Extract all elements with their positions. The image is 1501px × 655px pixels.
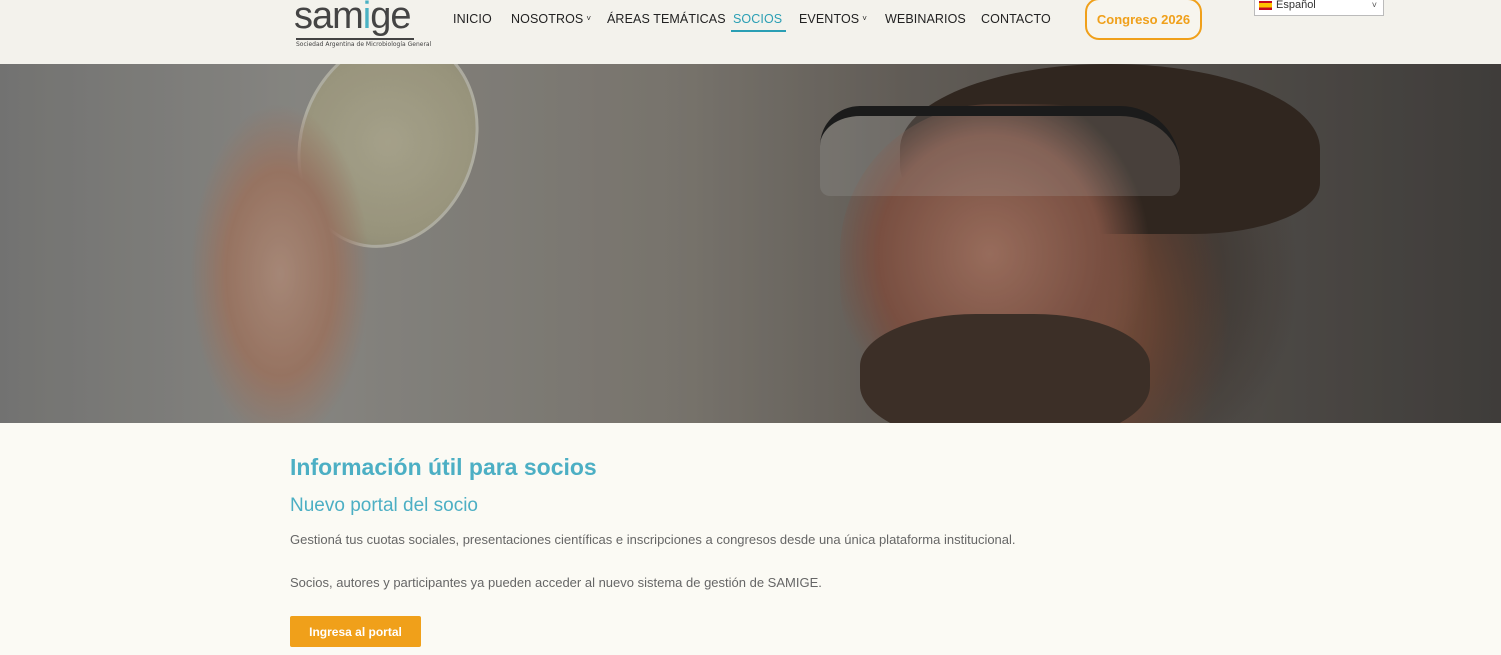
site-header: samige Sociedad Argentina de Microbiolog…: [0, 0, 1501, 64]
logo-tagline: Sociedad Argentina de Microbiología Gene…: [296, 41, 432, 48]
spain-flag-icon: [1259, 0, 1272, 10]
language-selected-label: Español: [1276, 0, 1316, 11]
language-select[interactable]: Español ˅: [1254, 0, 1384, 16]
nav-item-contacto[interactable]: CONTACTO: [981, 12, 1051, 26]
nav-item-inicio[interactable]: INICIO: [453, 12, 492, 26]
logo-wordmark: samige: [294, 0, 412, 37]
access-paragraph: Socios, autores y participantes ya puede…: [290, 575, 822, 590]
nav-item-eventos[interactable]: EVENTOS ˅: [799, 12, 867, 26]
section-subtitle: Nuevo portal del socio: [290, 495, 478, 516]
nav-item-socios[interactable]: SOCIOS: [730, 12, 787, 32]
chevron-down-icon: ˅: [1371, 0, 1377, 10]
intro-paragraph: Gestioná tus cuotas sociales, presentaci…: [290, 532, 1016, 547]
hero-image: [0, 64, 1501, 423]
page-title: Información útil para socios: [290, 454, 597, 480]
nav-item-areas-tematicas[interactable]: ÁREAS TEMÁTICAS: [607, 12, 726, 26]
congreso-2026-button[interactable]: Congreso 2026: [1085, 0, 1202, 40]
samige-logo[interactable]: samige Sociedad Argentina de Microbiolog…: [292, 0, 431, 52]
nav-item-webinarios[interactable]: WEBINARIOS: [885, 12, 966, 26]
nav-item-nosotros[interactable]: NOSOTROS ˅: [511, 12, 591, 26]
hero-overlay: [0, 64, 1501, 423]
logo-underline: [296, 38, 414, 40]
portal-login-button[interactable]: Ingresa al portal: [290, 616, 421, 647]
chevron-down-icon: ˅: [862, 14, 867, 23]
chevron-down-icon: ˅: [586, 14, 592, 23]
